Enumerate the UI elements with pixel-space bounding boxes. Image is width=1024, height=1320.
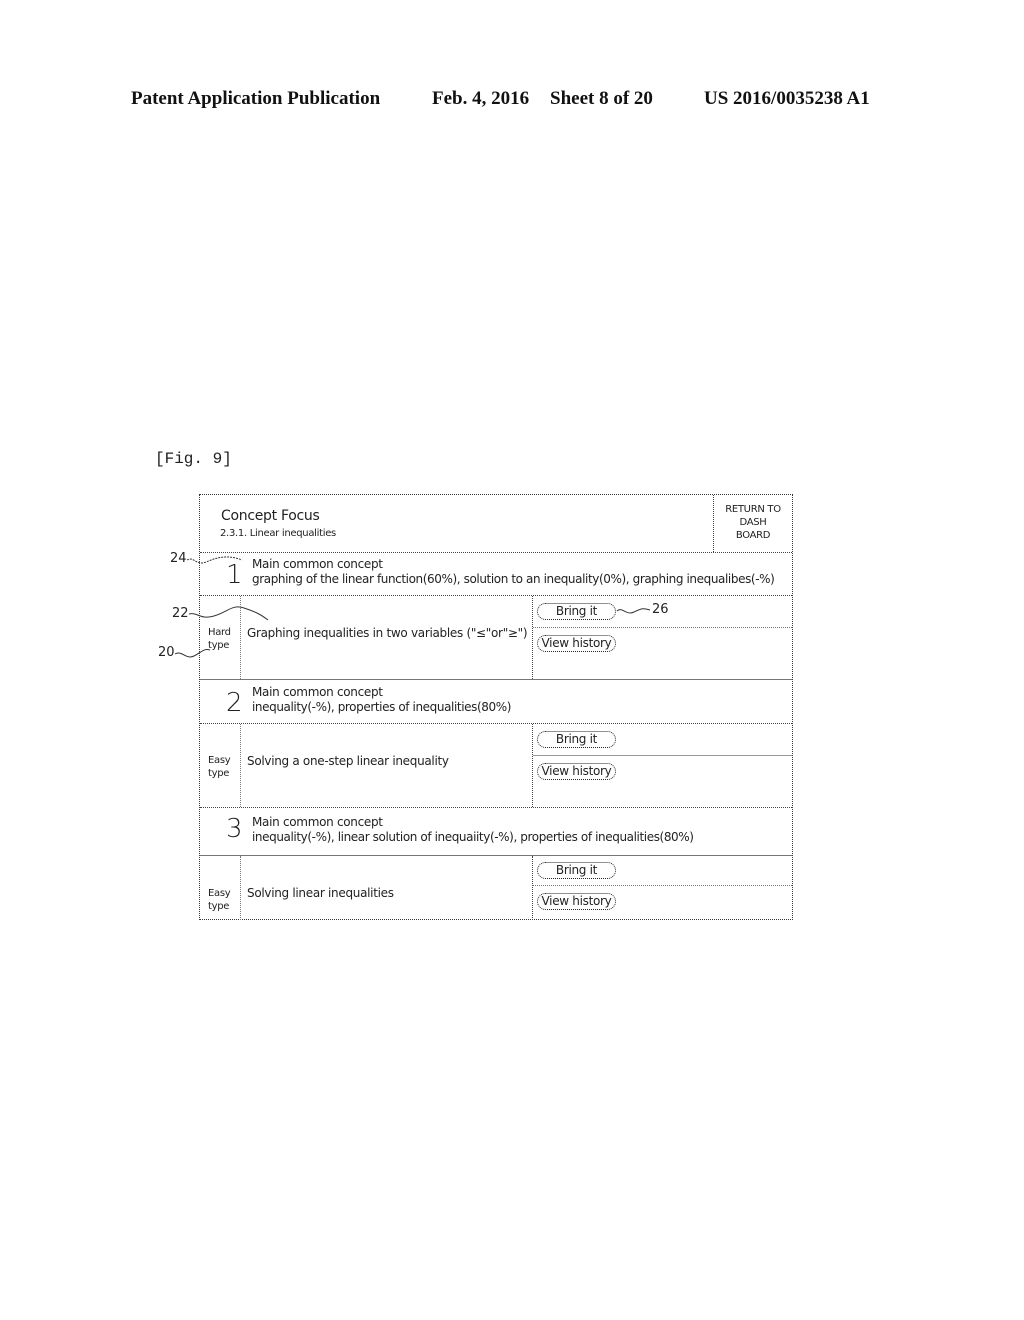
concept-row: 2 Main common concept inequality(-%), pr… [200,680,792,724]
view-history-slot: View history [533,756,792,807]
problem-actions: Bring it View history [533,596,792,679]
publication-date: Feb. 4, 2016 [432,88,530,109]
return-button-line-1: RETURN TO [725,504,781,515]
view-history-button[interactable]: View history [537,635,616,652]
problem-type: Hard type [200,596,241,679]
view-history-slot: View history [533,628,792,679]
problem-type: Easy type [200,724,241,807]
concept-number: 2 [226,688,243,718]
screen-subtitle: 2.3.1. Linear inequalities [220,528,336,539]
patent-header: Patent Application Publication Feb. 4, 2… [0,88,1024,116]
problem-type-line: type [208,768,230,779]
problem-actions: Bring it View history [533,724,792,807]
concept-number: 3 [226,814,243,844]
problem-type-line: Easy [208,755,231,766]
concept-row: 3 Main common concept inequality(-%), li… [200,808,792,856]
problem-actions: Bring it View history [533,856,792,920]
problem-text: Solving a one-step linear inequality [241,724,533,807]
concept-focus-screen: Concept Focus 2.3.1. Linear inequalities… [199,494,793,920]
problem-row: Hard type Graphing inequalities in two v… [200,596,792,680]
bring-it-button[interactable]: Bring it [537,731,616,748]
publication-type: Patent Application Publication [131,88,381,109]
concept-row: 1 Main common concept graphing of the li… [200,553,792,596]
view-history-button[interactable]: View history [537,893,616,910]
bring-it-slot: Bring it [533,856,792,886]
view-history-slot: View history [533,886,792,920]
problem-type: Easy type [200,856,241,920]
concept-number: 1 [226,560,243,590]
ref-numeral-20: 20 [158,645,175,660]
problem-type-line: type [208,901,230,912]
problem-type-line: type [208,640,230,651]
ref-numeral-24: 24 [170,551,187,566]
view-history-button[interactable]: View history [537,763,616,780]
bring-it-button[interactable]: Bring it [537,862,616,879]
problem-row: Easy type Solving linear inequalities Br… [200,856,792,920]
problem-text: Graphing inequalities in two variables (… [241,596,533,679]
concept-list: inequality(-%), linear solution of inequ… [252,830,694,844]
problem-type-line: Easy [208,888,231,899]
figure-label: [Fig. 9] [155,450,232,468]
return-button-line-3: BOARD [735,530,771,541]
concept-title: Main common concept [252,557,383,571]
bring-it-slot: Bring it [533,724,792,756]
screen-title: Concept Focus [221,508,320,524]
problem-type-line: Hard [208,627,231,638]
problem-row: Easy type Solving a one-step linear ineq… [200,724,792,808]
concept-title: Main common concept [252,815,383,829]
ref-numeral-22: 22 [172,606,189,621]
return-button-line-2: DASH [739,517,767,528]
sheet-number: Sheet 8 of 20 [550,88,653,109]
problem-text: Solving linear inequalities [241,856,533,920]
publication-number: US 2016/0035238 A1 [704,88,870,109]
concept-list: graphing of the linear function(60%), so… [252,572,775,586]
bring-it-button[interactable]: Bring it [537,603,616,620]
concept-title: Main common concept [252,685,383,699]
concept-list: inequality(-%), properties of inequaliti… [252,700,512,714]
title-bar: Concept Focus 2.3.1. Linear inequalities… [200,495,792,553]
bring-it-slot: Bring it [533,596,792,628]
return-to-dashboard-button[interactable]: RETURN TO DASH BOARD [713,495,792,552]
